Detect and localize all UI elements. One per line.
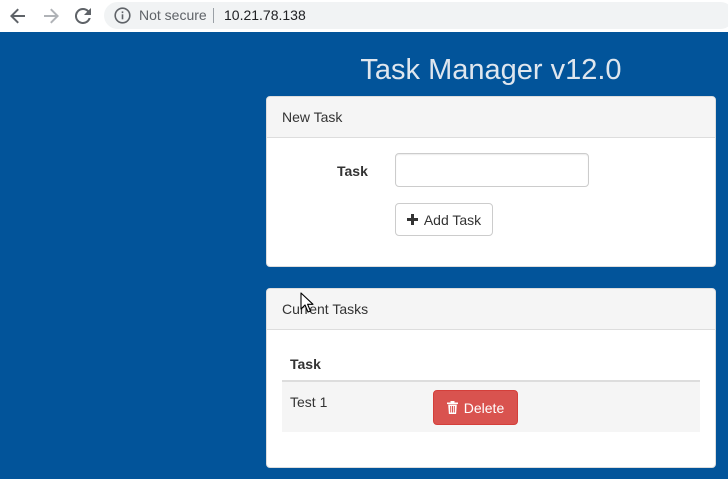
back-button[interactable] <box>5 3 31 29</box>
current-tasks-panel: Current Tasks Task Test 1 Delete <box>266 288 716 468</box>
page-body: Task Manager v12.0 New Task Task Add Tas… <box>0 32 728 479</box>
delete-label: Delete <box>463 399 505 416</box>
mouse-cursor-icon <box>300 292 314 313</box>
arrow-right-icon <box>44 8 59 24</box>
task-label: Task <box>337 163 368 179</box>
forward-button[interactable] <box>38 3 64 29</box>
browser-toolbar: Not secure 10.21.78.138 <box>0 0 728 32</box>
trash-icon <box>446 401 458 414</box>
address-bar[interactable]: Not secure 10.21.78.138 <box>104 2 728 29</box>
table-row: Test 1 Delete <box>282 382 700 432</box>
url-text[interactable]: 10.21.78.138 <box>224 7 306 24</box>
new-task-heading: New Task <box>267 97 715 138</box>
arrow-left-icon <box>10 8 25 24</box>
new-task-panel: New Task Task Add Task <box>266 96 716 267</box>
task-input[interactable] <box>395 153 589 187</box>
task-column-header: Task <box>282 345 700 382</box>
add-task-label: Add Task <box>423 211 482 228</box>
reload-button[interactable] <box>70 3 96 29</box>
security-label[interactable]: Not secure <box>139 7 207 24</box>
info-icon[interactable] <box>114 7 131 24</box>
reload-icon <box>75 8 91 24</box>
add-task-button[interactable]: Add Task <box>395 203 493 236</box>
task-name-cell: Test 1 <box>290 394 328 410</box>
page-title: Task Manager v12.0 <box>360 54 622 86</box>
current-tasks-heading: Current Tasks <box>267 289 715 330</box>
plus-icon <box>406 214 418 225</box>
tasks-table: Task Test 1 Delete <box>282 345 700 432</box>
delete-task-button[interactable]: Delete <box>433 390 518 425</box>
address-divider <box>213 8 214 23</box>
